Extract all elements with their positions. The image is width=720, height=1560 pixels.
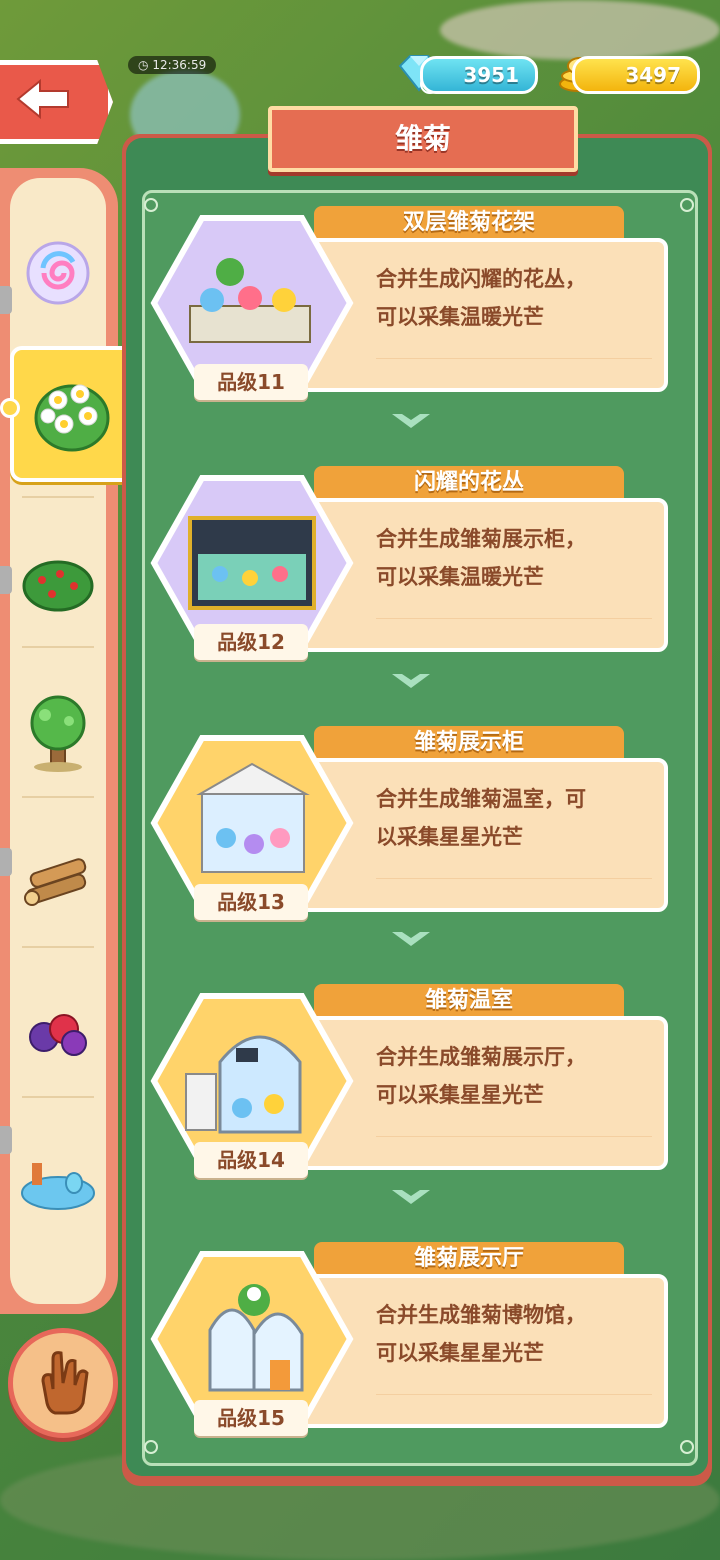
- category-swirl-orb[interactable]: [10, 198, 106, 348]
- item-desc: 合并生成闪耀的花丛， 可以采集温暖光芒: [376, 260, 666, 336]
- item-name: 双层雏菊花架: [314, 206, 624, 242]
- selected-indicator: [0, 398, 20, 418]
- grade-label: 品级14: [194, 1142, 308, 1178]
- pond-icon: [21, 1163, 95, 1210]
- panel-title: 雏菊: [394, 122, 451, 155]
- item-card[interactable]: 雏菊展示柜 合并生成雏菊温室，可 以采集星星光芒 品级13: [150, 726, 670, 932]
- desc-rule: [376, 618, 652, 619]
- category-berry-bush[interactable]: [10, 508, 106, 658]
- daisy-bush-icon: [34, 384, 110, 452]
- chevron-down-icon: [392, 414, 430, 428]
- item-desc-line: 可以采集星星光芒: [376, 1083, 544, 1107]
- grade-label: 品级12: [194, 624, 308, 660]
- rail-separator: [22, 1096, 94, 1098]
- item-card[interactable]: 双层雏菊花架 合并生成闪耀的花丛， 可以采集温暖光芒 品级11: [150, 206, 670, 412]
- category-tree[interactable]: [10, 658, 106, 808]
- item-desc-line: 合并生成雏菊博物馆，: [376, 1303, 586, 1327]
- rail-knob: [0, 286, 12, 314]
- rail-separator: [22, 646, 94, 648]
- rail-separator: [22, 496, 94, 498]
- item-desc-line: 合并生成雏菊温室，可: [376, 787, 586, 811]
- logs-icon: [24, 858, 87, 906]
- category-berries[interactable]: [10, 958, 106, 1108]
- chevron-down-icon: [392, 674, 430, 688]
- back-button[interactable]: [0, 60, 113, 144]
- rail-knob: [0, 566, 12, 594]
- berry-bush-icon: [22, 560, 94, 612]
- clock-text: 12:36:59: [152, 58, 207, 72]
- grade-label: 品级13: [194, 884, 308, 920]
- corner-rivet: [680, 1440, 694, 1454]
- rail-knob: [0, 1126, 12, 1154]
- item-desc-line: 以采集星星光芒: [376, 825, 523, 849]
- gem-counter[interactable]: 3951: [420, 56, 538, 94]
- item-desc: 合并生成雏菊博物馆， 可以采集星星光芒: [376, 1296, 666, 1372]
- chevron-down-icon: [392, 932, 430, 946]
- item-card[interactable]: 雏菊温室 合并生成雏菊展示厅， 可以采集星星光芒 品级14: [150, 984, 670, 1190]
- item-desc-line: 合并生成雏菊展示柜，: [376, 527, 586, 551]
- desc-rule: [376, 878, 652, 879]
- item-name: 雏菊温室: [314, 984, 624, 1020]
- desc-rule: [376, 358, 652, 359]
- clock-icon: ◷: [138, 58, 149, 72]
- item-name: 闪耀的花丛: [314, 466, 624, 502]
- item-desc-line: 合并生成闪耀的花丛，: [376, 267, 586, 291]
- rail-knob: [0, 848, 12, 876]
- desc-rule: [376, 1394, 652, 1395]
- grade-label: 品级15: [194, 1400, 308, 1436]
- item-desc-line: 可以采集温暖光芒: [376, 305, 544, 329]
- tree-icon: [30, 695, 86, 772]
- rail-separator: [22, 946, 94, 948]
- chevron-down-icon: [392, 1190, 430, 1204]
- corner-rivet: [680, 198, 694, 212]
- rail-separator: [22, 796, 94, 798]
- gem-count: 3951: [463, 63, 519, 87]
- item-desc-line: 可以采集星星光芒: [376, 1341, 544, 1365]
- category-sidebar: [0, 168, 118, 1314]
- back-arrow-icon: [16, 78, 69, 120]
- item-desc: 合并生成雏菊展示柜， 可以采集温暖光芒: [376, 520, 666, 596]
- item-desc-line: 可以采集温暖光芒: [376, 565, 544, 589]
- gold-counter[interactable]: 3497: [572, 56, 700, 94]
- category-logs[interactable]: [10, 808, 106, 958]
- item-name: 雏菊展示柜: [314, 726, 624, 762]
- panel-title-ribbon: 雏菊: [268, 106, 578, 172]
- pointing-hand-icon: [41, 1351, 89, 1415]
- item-desc: 合并生成雏菊展示厅， 可以采集星星光芒: [376, 1038, 666, 1114]
- item-card[interactable]: 雏菊展示厅 合并生成雏菊博物馆， 可以采集星星光芒 品级15: [150, 1242, 670, 1448]
- gold-count: 3497: [625, 63, 681, 87]
- hint-hand-button[interactable]: [8, 1328, 118, 1438]
- item-desc-line: 合并生成雏菊展示厅，: [376, 1045, 586, 1069]
- swirl-orb-icon: [26, 241, 90, 305]
- grade-label: 品级11: [194, 364, 308, 400]
- category-pond[interactable]: [10, 1108, 106, 1258]
- item-desc: 合并生成雏菊温室，可 以采集星星光芒: [376, 780, 666, 856]
- clock: ◷ 12:36:59: [128, 56, 217, 74]
- category-daisy-bush[interactable]: [10, 346, 134, 482]
- berries-icon: [29, 1014, 87, 1056]
- item-name: 雏菊展示厅: [314, 1242, 624, 1278]
- desc-rule: [376, 1136, 652, 1137]
- item-card[interactable]: 闪耀的花丛 合并生成雏菊展示柜， 可以采集温暖光芒 品级12: [150, 466, 670, 672]
